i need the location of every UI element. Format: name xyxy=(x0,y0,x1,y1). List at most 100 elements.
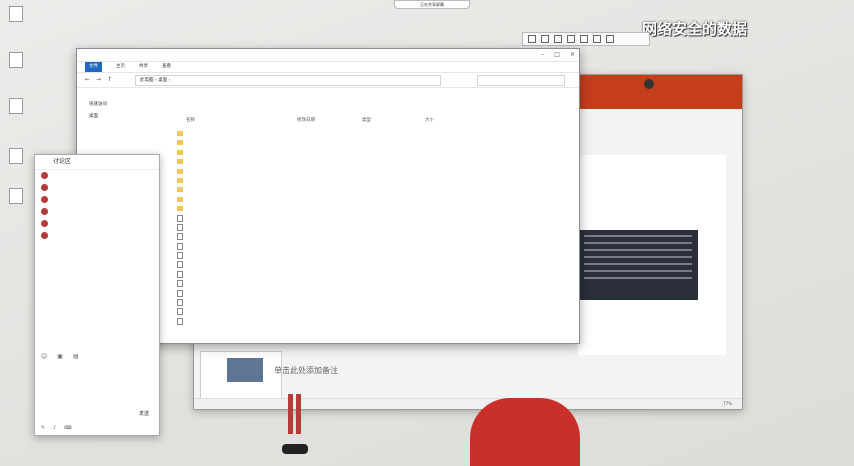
code-line xyxy=(584,242,692,244)
column-type[interactable]: 类型 xyxy=(362,117,371,123)
file-icon xyxy=(177,233,183,241)
screen-share-indicator[interactable]: 正在共享屏幕 xyxy=(394,0,470,9)
save-icon[interactable] xyxy=(606,35,614,43)
file-row[interactable] xyxy=(177,307,557,316)
file-row[interactable] xyxy=(177,157,557,166)
avatar[interactable] xyxy=(41,220,48,227)
file-row[interactable] xyxy=(177,260,557,269)
app-icon xyxy=(9,188,23,204)
file-row[interactable] xyxy=(177,204,557,213)
folder-icon xyxy=(177,177,183,183)
file-row[interactable] xyxy=(177,167,557,176)
mic-icon[interactable]: ✎ xyxy=(41,425,45,431)
desktop-icon[interactable] xyxy=(4,52,28,70)
file-row[interactable] xyxy=(177,223,557,232)
slide-thumbnail[interactable] xyxy=(200,351,282,403)
file-icon xyxy=(177,308,183,316)
file-row[interactable] xyxy=(177,138,557,147)
file-row[interactable] xyxy=(177,317,557,326)
file-row[interactable] xyxy=(177,214,557,223)
folder-icon xyxy=(177,168,183,174)
chat-message xyxy=(35,230,159,242)
file-row[interactable] xyxy=(177,148,557,157)
nav-item-quick-access[interactable]: 快速访问 xyxy=(85,99,165,111)
emoji-icon[interactable]: ☺ xyxy=(41,353,47,360)
message-list xyxy=(35,170,159,242)
desktop-icon[interactable] xyxy=(4,98,28,116)
forward-icon[interactable]: → xyxy=(96,76,101,83)
file-row[interactable] xyxy=(177,242,557,251)
tab-share[interactable]: 共享 xyxy=(139,62,148,72)
app-icon xyxy=(9,148,23,164)
up-icon[interactable]: ↑ xyxy=(107,76,112,83)
file-icon[interactable]: ▤ xyxy=(73,353,79,360)
file-icon xyxy=(177,299,183,307)
file-icon xyxy=(9,52,23,68)
file-row[interactable] xyxy=(177,251,557,260)
folder-icon xyxy=(177,149,183,155)
desktop-icon[interactable] xyxy=(4,148,28,166)
volume-icon[interactable]: ♪ xyxy=(53,425,56,431)
image-icon[interactable]: ▣ xyxy=(57,353,63,360)
desktop-icon[interactable] xyxy=(4,188,28,206)
column-name[interactable]: 名称 xyxy=(186,117,195,123)
file-row[interactable] xyxy=(177,279,557,288)
avatar[interactable] xyxy=(41,208,48,215)
address-bar[interactable]: 此电脑 › 桌面 › xyxy=(135,75,441,86)
tab-home[interactable]: 主页 xyxy=(116,62,125,72)
back-icon[interactable]: ← xyxy=(85,76,90,83)
address-row: ← → ↑ 此电脑 › 桌面 › xyxy=(77,73,579,88)
code-line xyxy=(584,249,692,251)
avatar[interactable] xyxy=(644,79,654,89)
folder-icon xyxy=(177,187,183,193)
chat-message xyxy=(35,194,159,206)
file-row[interactable] xyxy=(177,298,557,307)
file-row[interactable] xyxy=(177,185,557,194)
chat-message xyxy=(35,182,159,194)
file-row[interactable] xyxy=(177,176,557,185)
file-icon xyxy=(177,214,183,222)
slide-code-screenshot xyxy=(578,230,698,300)
file-row[interactable] xyxy=(177,289,557,298)
column-size[interactable]: 大小 xyxy=(425,117,434,123)
discussion-panel: 讨论区 ☺ ▣ ▤ 发送 ✎ ♪ ⌨ xyxy=(34,154,160,436)
keyboard-icon[interactable]: ⌨ xyxy=(64,425,71,431)
minimize-icon[interactable]: – xyxy=(541,51,544,58)
text-icon[interactable] xyxy=(567,35,575,43)
file-row[interactable] xyxy=(177,270,557,279)
navigation-pane: 快速访问 桌面 xyxy=(85,99,165,123)
file-row[interactable] xyxy=(177,232,557,241)
tab-view[interactable]: 查看 xyxy=(162,62,171,72)
column-date[interactable]: 修改日期 xyxy=(297,117,315,123)
nav-item-desktop[interactable]: 桌面 xyxy=(85,111,165,123)
pen-icon[interactable] xyxy=(541,35,549,43)
avatar[interactable] xyxy=(41,196,48,203)
avatar[interactable] xyxy=(41,184,48,191)
chat-toolbar: ☺ ▣ ▤ xyxy=(41,353,79,360)
send-button[interactable]: 发送 xyxy=(139,410,149,417)
shape-icon[interactable] xyxy=(554,35,562,43)
message-input[interactable] xyxy=(39,365,149,409)
wallpaper-figure xyxy=(470,398,580,466)
close-icon[interactable]: × xyxy=(570,51,575,58)
undo-icon[interactable] xyxy=(580,35,588,43)
tab-file[interactable]: 文件 xyxy=(85,62,102,72)
file-icon xyxy=(177,261,183,269)
code-line xyxy=(584,270,692,272)
notes-placeholder[interactable]: 单击此处添加备注 xyxy=(274,365,338,376)
maximize-icon[interactable]: □ xyxy=(554,51,560,58)
desktop-icon[interactable] xyxy=(4,6,28,24)
ppt-status-bar: 77% xyxy=(194,398,742,409)
file-row[interactable] xyxy=(177,195,557,204)
zoom-level[interactable]: 77% xyxy=(723,399,732,409)
code-line xyxy=(584,256,692,258)
clear-icon[interactable] xyxy=(593,35,601,43)
avatar[interactable] xyxy=(41,232,48,239)
select-icon[interactable] xyxy=(528,35,536,43)
search-input[interactable] xyxy=(477,75,565,86)
file-row[interactable] xyxy=(177,129,557,138)
file-icon xyxy=(177,289,183,297)
wallpaper-figure-legs xyxy=(282,394,308,454)
panel-title: 讨论区 xyxy=(35,155,159,170)
avatar[interactable] xyxy=(41,172,48,179)
